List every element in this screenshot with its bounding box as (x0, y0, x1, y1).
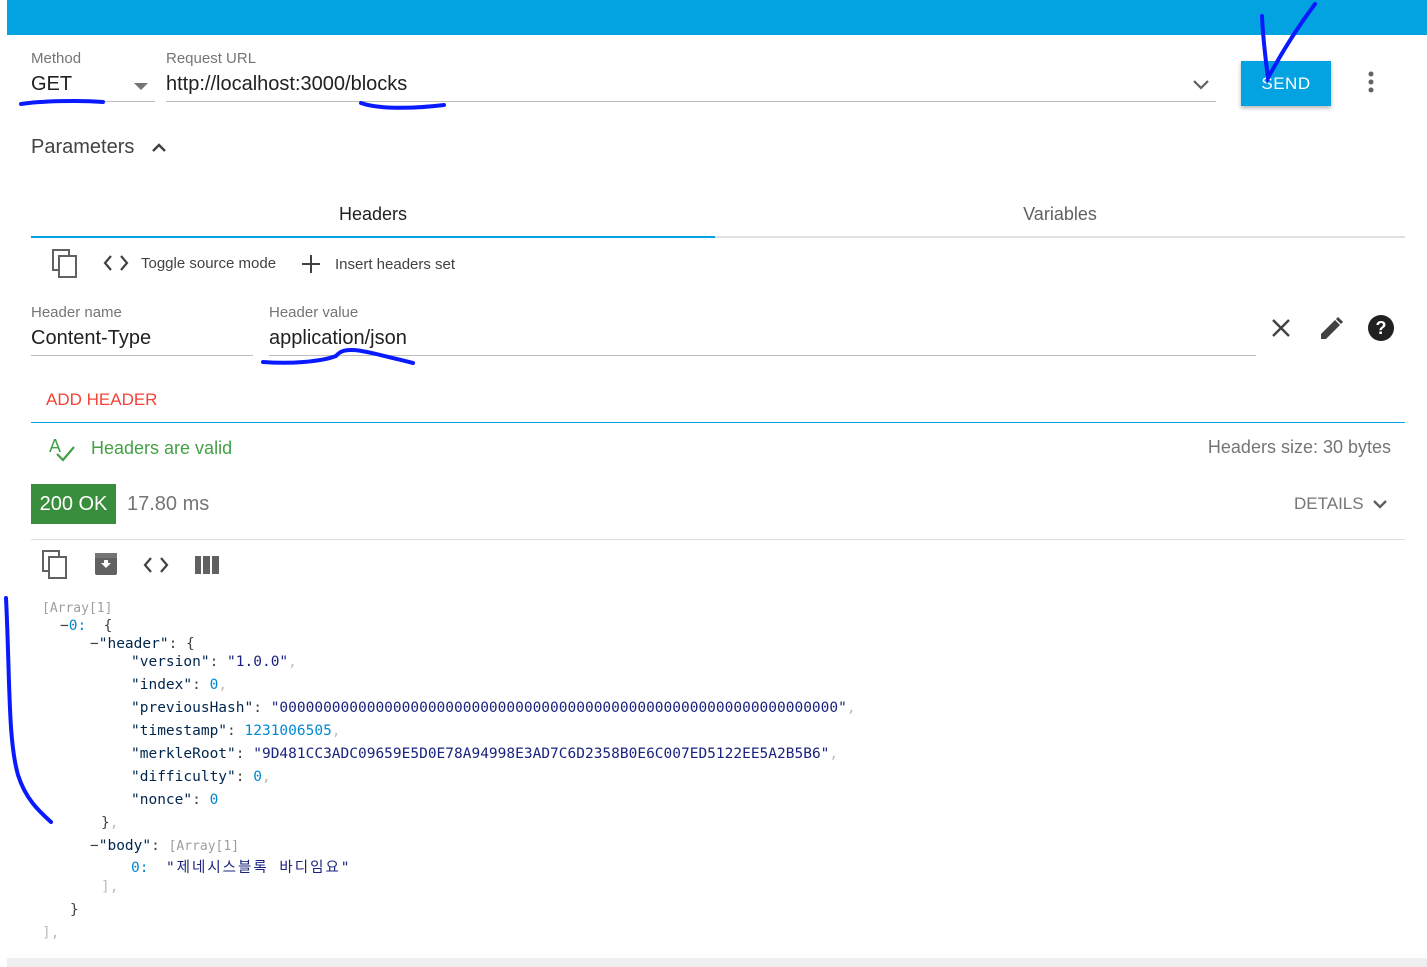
headers-section-divider (31, 422, 1405, 423)
json-key: "version" (131, 654, 210, 670)
json-value: 1231006505 (244, 723, 332, 739)
json-prevhash-line: "previousHash": "00000000000000000000000… (131, 700, 856, 716)
json-body-tag: [Array[1] (168, 839, 240, 854)
code-view-icon[interactable] (143, 556, 169, 574)
json-value: "제네시스블록 바디임요" (165, 860, 352, 876)
save-archive-icon[interactable] (94, 552, 118, 576)
json-key: "difficulty" (131, 769, 236, 785)
url-label: Request URL (166, 50, 257, 67)
json-root-line: [Array[1] (42, 600, 112, 616)
json-version-line: "version": "1.0.0", (131, 654, 297, 670)
pen-annotations (4, 2, 1317, 824)
collapse-toggle[interactable]: − (90, 636, 99, 652)
method-value: GET (31, 73, 73, 95)
collapse-toggle[interactable]: − (90, 838, 99, 854)
json-header-line: −"header": { (90, 636, 195, 652)
header-value-label: Header value (269, 304, 359, 321)
toggle-source-label: Toggle source mode (141, 254, 277, 272)
copy-icon[interactable] (52, 249, 78, 279)
json-value: "000000000000000000000000000000000000000… (270, 700, 847, 716)
chevron-down-icon[interactable] (1192, 79, 1210, 91)
chevron-up-icon[interactable] (151, 142, 167, 153)
header-name-input[interactable]: Content-Type (31, 327, 151, 350)
json-key: "header" (98, 636, 169, 652)
json-merkle-line: "merkleRoot": "9D481CC3ADC09659E5D0E78A9… (131, 746, 839, 762)
plus-icon (302, 255, 320, 273)
header-value-input[interactable]: application/json (269, 327, 407, 350)
json-item0-line: −0: { (60, 618, 113, 634)
bottom-scrollbar[interactable] (7, 958, 1427, 967)
url-input[interactable]: http://localhost:3000/blocks (166, 73, 407, 96)
json-key: "body" (98, 838, 152, 854)
send-button[interactable]: SEND (1241, 61, 1331, 106)
json-value: 0 (209, 677, 219, 693)
columns-view-icon[interactable] (195, 556, 219, 574)
json-index-line: "index": 0, (131, 677, 228, 693)
app-top-bar (7, 0, 1427, 35)
chevron-down-icon (1372, 499, 1387, 509)
details-button[interactable]: DETAILS (1294, 494, 1388, 514)
json-body-line: −"body": [Array[1] (90, 838, 240, 854)
response-time: 17.80 ms (127, 493, 210, 515)
details-label: DETAILS (1294, 494, 1364, 513)
tab-headers[interactable]: Headers (31, 190, 715, 238)
json-difficulty-line: "difficulty": 0, (131, 769, 271, 785)
header-name-underline (31, 355, 253, 356)
json-item0-close: } (70, 902, 79, 918)
headers-size-text: Headers size: 30 bytes (1207, 437, 1391, 457)
json-root-tag: [Array[1] (42, 601, 113, 616)
json-key: "index" (131, 677, 193, 693)
svg-text:A: A (49, 436, 61, 456)
json-nonce-line: "nonce": 0 (131, 792, 219, 808)
url-underline (166, 101, 1216, 102)
spellcheck-icon: A (49, 436, 75, 462)
more-vert-icon[interactable] (1366, 70, 1376, 94)
json-body-item-line: 0: "제네시스블록 바디임요" (131, 856, 352, 877)
json-key: "previousHash" (131, 700, 254, 716)
svg-text:?: ? (1376, 318, 1387, 338)
copy-response-icon[interactable] (42, 550, 68, 580)
tab-active-indicator (31, 236, 715, 238)
json-index: 0: (68, 618, 87, 634)
headers-valid-text: Headers are valid (91, 438, 233, 458)
json-value: 0 (253, 769, 262, 785)
method-underline (31, 101, 155, 102)
json-body-close: ], (101, 879, 119, 895)
json-value: "1.0.0" (227, 654, 289, 670)
json-root-close: ], (42, 925, 60, 941)
json-index: 0: (131, 860, 149, 876)
json-key: "timestamp" (131, 723, 228, 739)
insert-headers-button[interactable]: Insert headers set (301, 254, 455, 274)
collapse-toggle[interactable]: − (60, 618, 69, 634)
code-icon (103, 255, 129, 271)
json-key: "merkleRoot" (131, 746, 236, 762)
help-icon[interactable]: ? (1367, 314, 1395, 342)
insert-headers-label: Insert headers set (335, 255, 456, 273)
add-header-button[interactable]: ADD HEADER (46, 390, 157, 410)
tab-variables[interactable]: Variables (715, 190, 1405, 238)
header-value-underline (269, 355, 1256, 356)
method-label: Method (31, 50, 82, 67)
edit-pencil-icon[interactable] (1318, 316, 1344, 342)
status-badge: 200 OK (31, 484, 116, 524)
json-key: "nonce" (131, 792, 193, 808)
json-value: 0 (209, 792, 219, 808)
toggle-source-button[interactable]: Toggle source mode (103, 254, 276, 272)
dropdown-arrow-icon (134, 83, 148, 90)
method-select[interactable]: GET (31, 73, 155, 103)
parameters-title[interactable]: Parameters (31, 136, 134, 159)
close-icon[interactable] (1271, 318, 1291, 338)
json-timestamp-line: "timestamp": 1231006505, (131, 723, 341, 739)
json-value: "9D481CC3ADC09659E5D0E78A94998E3AD7C6D23… (253, 746, 830, 762)
header-name-label: Header name (31, 304, 122, 321)
response-divider (31, 539, 1405, 540)
json-header-close: }, (101, 815, 119, 831)
